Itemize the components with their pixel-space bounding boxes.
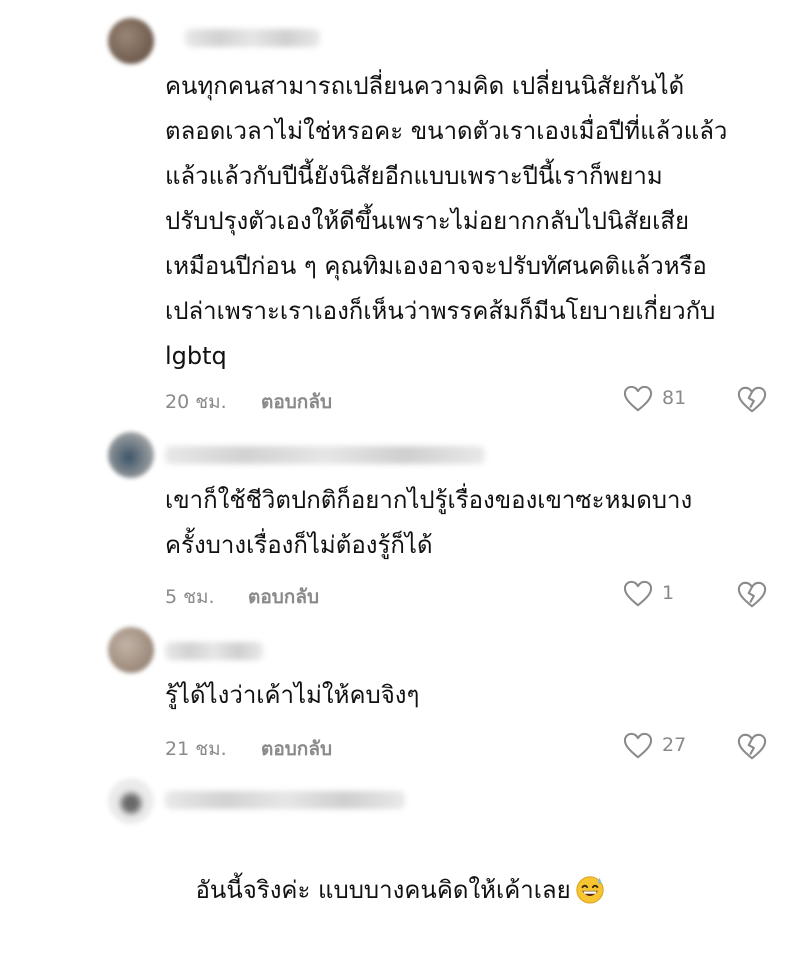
username-blurred[interactable] <box>185 29 320 47</box>
reply-button[interactable]: ตอบกลับ <box>248 582 319 612</box>
avatar[interactable] <box>108 432 154 478</box>
reply-button[interactable]: ตอบกลับ <box>261 734 332 764</box>
comment-meta: 21 ชม. ตอบกลับ 27 <box>165 732 785 764</box>
comment-meta: 5 ชม. ตอบกลับ 1 <box>165 580 785 612</box>
heart-icon[interactable] <box>623 732 653 760</box>
username-blurred[interactable] <box>165 791 405 809</box>
timestamp: 5 ชม. <box>165 586 215 608</box>
reply-button[interactable]: ตอบกลับ <box>261 387 332 417</box>
broken-heart-icon[interactable] <box>737 580 767 610</box>
comment-text: คนทุกคนสามารถเปลี่ยนความคิด เปลี่ยนนิสัย… <box>165 72 728 370</box>
username-blurred[interactable] <box>165 642 263 660</box>
heart-icon[interactable] <box>623 385 653 413</box>
timestamp: 20 ชม. <box>165 391 227 413</box>
like-count: 27 <box>662 734 687 756</box>
comment-meta: 20 ชม. ตอบกลับ 81 <box>165 385 785 417</box>
heart-icon[interactable] <box>623 580 653 608</box>
grinning-sweat-emoji-icon <box>576 876 604 904</box>
like-count: 81 <box>662 387 687 409</box>
comment-text: รู้ได้ไงว่าเค้าไม่ให้คบจิงๆ <box>165 681 420 709</box>
broken-heart-icon[interactable] <box>737 385 767 415</box>
avatar[interactable] <box>108 627 154 673</box>
username-blurred[interactable] <box>165 446 485 464</box>
avatar[interactable] <box>108 778 154 824</box>
comment-text: เขาก็ใช้ชีวิตปกติก็อยากไปรู้เรื่องของเขา… <box>165 486 693 559</box>
like-count: 1 <box>662 582 675 604</box>
comment-text-content: อันนี้จริงค่ะ แบบบางคนคิดให้เค้าเลย <box>195 876 571 904</box>
broken-heart-icon[interactable] <box>737 732 767 762</box>
comment-text: อันนี้จริงค่ะ แบบบางคนคิดให้เค้าเลย <box>165 823 785 958</box>
timestamp: 21 ชม. <box>165 738 227 760</box>
avatar[interactable] <box>108 18 154 64</box>
